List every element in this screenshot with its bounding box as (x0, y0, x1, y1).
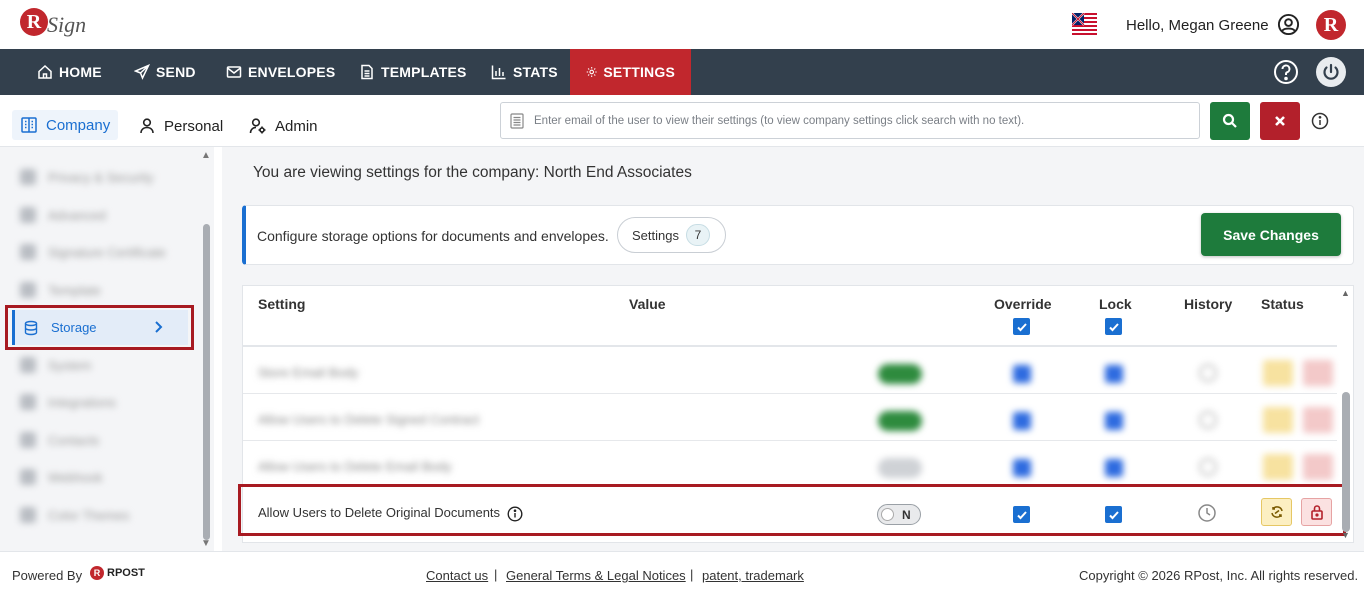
settings-chip-label: Settings (632, 227, 679, 243)
top-bar: R Sign Hello, Megan Greene R (0, 0, 1364, 49)
sidebar-item-blurred[interactable]: Webhook (20, 467, 103, 487)
help-icon[interactable] (1272, 58, 1300, 86)
nav-settings[interactable]: SETTINGS (570, 49, 691, 95)
nav-send-label: SEND (156, 64, 196, 80)
row-highlight-box (238, 484, 1346, 536)
logo-letter: R (20, 8, 48, 36)
nav-templates-label: TEMPLATES (381, 64, 467, 80)
user-search-box (500, 102, 1200, 139)
row-divider (243, 440, 1337, 441)
close-icon (1275, 116, 1285, 126)
terms-link[interactable]: General Terms & Legal Notices (506, 568, 686, 583)
row-divider (243, 393, 1337, 394)
sidebar-item-blurred[interactable]: Advanced (20, 205, 106, 225)
patent-trademark-link[interactable]: patent, trademark (702, 568, 804, 583)
tab-admin[interactable]: Admin (249, 111, 318, 141)
nav-settings-label: SETTINGS (603, 64, 675, 80)
tab-company[interactable]: Company (12, 110, 119, 140)
table-header-divider (243, 345, 1337, 347)
sidebar-item-blurred[interactable]: Integrations (20, 392, 116, 412)
table-row: Store Email Body (243, 350, 1337, 396)
stats-icon (491, 65, 506, 80)
greeting: Hello, Megan Greene (1126, 17, 1269, 34)
logo-text: Sign (47, 12, 87, 37)
col-header-value: Value (629, 296, 666, 312)
main-nav: HOME SEND ENVELOPES TEMPLATES STATS SETT… (0, 49, 1364, 95)
sidebar-item-blurred[interactable]: System (20, 355, 91, 375)
check-icon (1016, 322, 1027, 331)
power-icon[interactable] (1316, 57, 1346, 87)
template-icon (361, 64, 373, 80)
viewing-company-text: You are viewing settings for the company… (253, 164, 692, 181)
scroll-up-arrow-icon[interactable]: ▲ (201, 150, 211, 161)
col-header-history: History (1184, 296, 1233, 312)
nav-templates[interactable]: TEMPLATES (359, 49, 467, 95)
storage-highlight-box (5, 305, 194, 350)
tab-company-label: Company (46, 116, 111, 134)
sidebar-item-blurred[interactable]: Color Themes (20, 505, 129, 525)
scroll-up-arrow-icon[interactable]: ▲ (1341, 288, 1350, 298)
user-email-search-input[interactable] (534, 114, 1184, 127)
lock-all-checkbox[interactable] (1105, 318, 1122, 335)
nav-stats-label: STATS (513, 64, 558, 80)
rpost-brand: RPOST (107, 567, 145, 579)
info-icon[interactable] (1311, 112, 1329, 130)
settings-count-chip[interactable]: Settings 7 (617, 217, 726, 253)
nav-envelopes[interactable]: ENVELOPES (226, 49, 335, 95)
check-icon (1108, 322, 1119, 331)
tab-admin-label: Admin (275, 117, 318, 135)
tab-personal[interactable]: Personal (138, 111, 223, 141)
clear-search-button[interactable] (1260, 102, 1300, 140)
nav-envelopes-label: ENVELOPES (248, 64, 336, 80)
sidebar-item-blurred[interactable]: Privacy & Security (20, 167, 153, 187)
col-header-lock: Lock (1099, 296, 1132, 312)
sidebar-item-blurred[interactable]: Signature Certificate (20, 242, 166, 262)
gear-icon (586, 67, 597, 77)
col-header-override: Override (994, 296, 1052, 312)
search-button[interactable] (1210, 102, 1250, 140)
storage-description: Configure storage options for documents … (257, 228, 609, 244)
nav-stats[interactable]: STATS (491, 49, 558, 95)
person-icon (140, 118, 154, 134)
building-icon (21, 117, 37, 133)
uk-flag-icon[interactable] (1072, 13, 1097, 35)
tab-personal-label: Personal (164, 117, 224, 135)
search-icon (1222, 113, 1237, 128)
rpost-logo[interactable]: R RPOST (90, 566, 145, 580)
rpost-badge[interactable]: R (1316, 10, 1346, 40)
sidebar-item-blurred[interactable]: Template (20, 280, 101, 300)
sidebar-scrollbar[interactable]: ▲ ▼ (199, 150, 213, 550)
save-changes-button[interactable]: Save Changes (1201, 213, 1341, 256)
table-scroll-thumb[interactable] (1342, 392, 1350, 532)
settings-count-badge: 7 (686, 224, 710, 246)
send-icon (134, 64, 150, 80)
admin-user-icon (249, 118, 266, 134)
footer: Powered By R RPOST Contact us | General … (0, 551, 1364, 592)
rpost-logo-mark-icon: R (90, 566, 104, 580)
id-card-icon (510, 112, 524, 129)
sidebar-scroll-thumb[interactable] (203, 224, 210, 540)
table-row: Allow Users to Delete Signed Contract (243, 397, 1337, 443)
powered-by-text: Powered By (12, 568, 83, 583)
user-profile-icon[interactable] (1277, 13, 1300, 36)
nav-home[interactable]: HOME (37, 49, 102, 95)
scroll-down-arrow-icon[interactable]: ▼ (1341, 530, 1350, 540)
override-all-checkbox[interactable] (1013, 318, 1030, 335)
sidebar-item-blurred[interactable]: Contacts (20, 430, 99, 450)
col-header-setting: Setting (258, 296, 306, 312)
nav-home-label: HOME (59, 64, 102, 80)
envelope-icon (226, 66, 242, 78)
col-header-status: Status (1261, 296, 1304, 312)
table-scrollbar[interactable]: ▲ ▼ (1339, 286, 1353, 542)
footer-separator: | (494, 567, 498, 582)
contact-us-link[interactable]: Contact us (426, 568, 488, 583)
nav-send[interactable]: SEND (134, 49, 196, 95)
home-icon (38, 64, 52, 79)
footer-separator: | (690, 567, 694, 582)
scroll-down-arrow-icon[interactable]: ▼ (201, 538, 211, 549)
rsign-logo[interactable]: R Sign (20, 6, 90, 42)
copyright-text: Copyright © 2026 RPost, Inc. All rights … (1079, 568, 1359, 583)
